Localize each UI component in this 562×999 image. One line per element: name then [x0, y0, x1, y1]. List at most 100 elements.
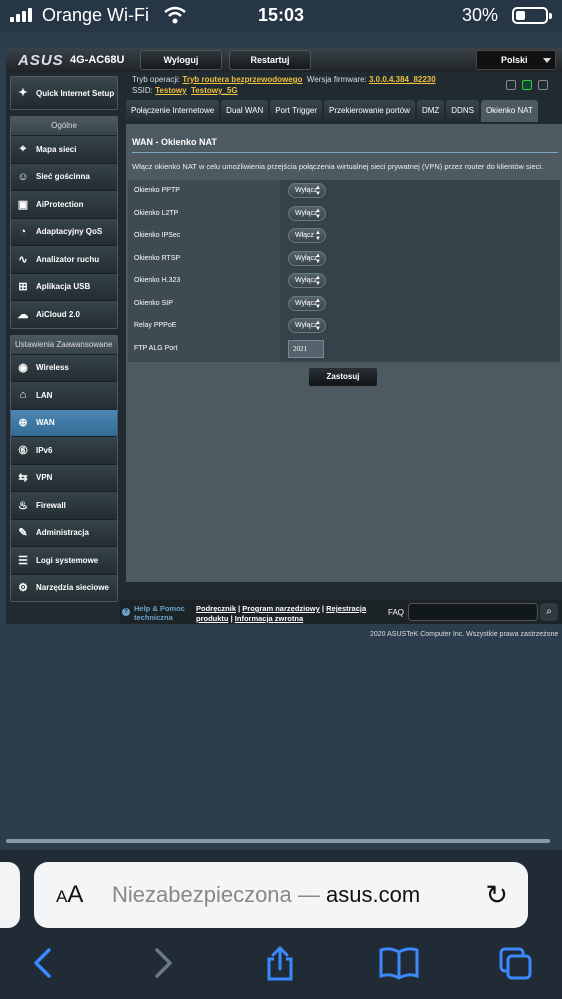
tab-przekierowanie-port-w[interactable]: Przekierowanie portów	[324, 100, 415, 122]
setting-value-cell: Wyłącz ▲ ▼	[280, 315, 560, 337]
utility-link[interactable]: Program narzędziowy	[242, 604, 320, 613]
advanced-menu-heading: Ustawienia Zaawansowane	[11, 335, 117, 354]
status-icons	[506, 80, 554, 92]
setting-label: Okienko PPTP	[128, 180, 280, 202]
quick-internet-setup-button[interactable]: ✦ Quick Internet Setup	[10, 76, 118, 110]
clients-icon[interactable]	[506, 80, 516, 90]
wan-globe-icon: ⊕	[18, 417, 28, 430]
restart-button[interactable]: Restartuj	[229, 50, 311, 70]
table-row: Okienko IPSec Włącz ▲ ▼	[128, 225, 560, 248]
safari-toolbar: AA Niezabezpieczona — asus.com ↻	[0, 850, 562, 999]
sidebar-item-adaptacyjny-qos[interactable]: ◔ Adaptacyjny QoS	[11, 217, 117, 245]
setting-select[interactable]: Wyłącz ▲ ▼	[288, 273, 326, 289]
sidebar-item-analizator-ruchu[interactable]: ∿ Analizator ruchu	[11, 245, 117, 273]
back-icon[interactable]	[30, 946, 54, 980]
sidebar-item-vpn[interactable]: ⇆ VPN	[11, 463, 117, 491]
chevron-updown-icon: ▲ ▼	[315, 185, 321, 198]
sidebar-item-aicloud-2-0[interactable]: ☁ AiCloud 2.0	[11, 300, 117, 328]
setting-value-cell: Włącz ▲ ▼	[280, 225, 560, 247]
feedback-link[interactable]: Informacja zwrotna	[235, 614, 303, 623]
router-info: Tryb operacji: Tryb routera bezprzewodow…	[132, 74, 436, 96]
sidebar-item-aiprotection[interactable]: ▣ AiProtection	[11, 190, 117, 218]
address-bar[interactable]: AA Niezabezpieczona — asus.com ↻	[34, 862, 528, 928]
sidebar-item-wan[interactable]: ⊕ WAN	[11, 408, 117, 436]
router-top-bar: ASUS 4G-AC68U Wyloguj Restartuj Polski	[6, 48, 562, 72]
registration-link-2[interactable]: produktu	[196, 614, 229, 623]
sidebar-item-narz-dzia-sieciowe[interactable]: ⚙ Narzędzia sieciowe	[11, 573, 117, 601]
copyright: 2020 ASUSTeK Computer Inc. Wszystkie pra…	[370, 631, 559, 638]
usb-status-icon[interactable]	[538, 80, 548, 90]
sidebar-item-aplikacja-usb[interactable]: ⊞ Aplikacja USB	[11, 272, 117, 300]
faq-search-input[interactable]	[408, 603, 538, 621]
setting-select[interactable]: Wyłącz ▲ ▼	[288, 205, 326, 221]
sidebar-item-label: LAN	[36, 390, 53, 400]
tab-dmz[interactable]: DMZ	[416, 100, 445, 122]
setting-select[interactable]: Włącz ▲ ▼	[288, 228, 326, 244]
ssid-link-1[interactable]: Testowy	[155, 86, 186, 95]
sidebar-item-ipv6[interactable]: ⑥ IPv6	[11, 436, 117, 464]
sidebar-item-logi-systemowe[interactable]: ☰ Logi systemowe	[11, 546, 117, 574]
settings-table: Okienko PPTP Wyłącz ▲ ▼ Okienko L2TP Wyłącz ▲ ▼…	[128, 180, 560, 362]
search-icon[interactable]: ⌕	[540, 603, 558, 621]
ftp-alg-port-input[interactable]: 2021	[288, 340, 324, 358]
ipv6-icon: ⑥	[18, 444, 28, 457]
tab-dual-wan[interactable]: Dual WAN	[221, 100, 269, 122]
sidebar-item-firewall[interactable]: ♨ Firewall	[11, 491, 117, 519]
forward-icon	[155, 948, 172, 978]
previous-tab-preview[interactable]	[0, 862, 20, 928]
tab-ddns[interactable]: DDNS	[446, 100, 479, 122]
general-menu-heading: Ogólne	[11, 117, 117, 135]
table-row: Okienko RTSP Wyłącz ▲ ▼	[128, 247, 560, 270]
help-support[interactable]: ? Help & Pomoc techniczna	[122, 604, 185, 622]
ssid-label: SSID:	[132, 86, 153, 95]
sidebar-item-label: Narzędzia sieciowe	[36, 583, 109, 593]
sidebar-item-wireless[interactable]: ◉ Wireless	[11, 353, 117, 381]
sidebar-item-label: Logi systemowe	[36, 555, 99, 565]
sidebar-item-label: VPN	[36, 473, 53, 483]
horizontal-scrollbar[interactable]	[6, 839, 550, 843]
url-security-label: Niezabezpieczona —	[112, 882, 327, 907]
network-map-icon: ⌖	[19, 142, 27, 155]
sidebar-item-label: AiProtection	[36, 199, 84, 209]
apply-button[interactable]: Zastosuj	[308, 367, 378, 387]
asus-logo: ASUS	[18, 52, 64, 69]
lan-icon: ⌂	[19, 389, 27, 402]
mode-label: Tryb operacji:	[132, 75, 181, 84]
tab-port-trigger[interactable]: Port Trigger	[270, 100, 323, 122]
setting-select[interactable]: Wyłącz ▲ ▼	[288, 183, 326, 199]
setting-select[interactable]: Wyłącz ▲ ▼	[288, 295, 326, 311]
registration-link[interactable]: Rejestracja	[326, 604, 366, 613]
chevron-updown-icon: ▲ ▼	[315, 297, 321, 310]
setting-label: Okienko IPSec	[128, 225, 280, 247]
manual-link[interactable]: Podręcznik	[196, 604, 236, 613]
setting-select[interactable]: Wyłącz ▲ ▼	[288, 318, 326, 334]
tab-po-czenie-internetowe[interactable]: Połączenie Internetowe	[126, 100, 220, 122]
ssid-link-2[interactable]: Testowy_5G	[191, 86, 238, 95]
logout-button[interactable]: Wyloguj	[140, 50, 222, 70]
sidebar-item-lan[interactable]: ⌂ LAN	[11, 381, 117, 409]
chevron-updown-icon: ▲ ▼	[315, 252, 321, 265]
reload-icon[interactable]: ↻	[485, 880, 508, 911]
sidebar-item-label: Sieć gościnna	[36, 172, 90, 182]
wand-icon: ✦	[18, 86, 28, 99]
url-domain: asus.com	[326, 882, 421, 907]
administration-icon: ✎	[18, 527, 28, 540]
bookmarks-icon[interactable]	[378, 946, 420, 980]
ios-status-bar: Orange Wi-Fi 15:03 30%	[0, 0, 562, 32]
share-icon[interactable]	[264, 946, 296, 982]
wireless-icon: ◉	[18, 362, 28, 375]
language-select[interactable]: Polski	[476, 50, 556, 70]
internet-status-icon[interactable]	[522, 80, 532, 90]
sidebar-item-sie-go-cinna[interactable]: ☺ Sieć gościnna	[11, 162, 117, 190]
help-line-2: techniczna	[134, 613, 173, 622]
table-row: Okienko PPTP Wyłącz ▲ ▼	[128, 180, 560, 203]
sidebar-item-mapa-sieci[interactable]: ⌖ Mapa sieci	[11, 135, 117, 163]
help-line-1: Help & Pomoc	[134, 604, 185, 613]
mode-link[interactable]: Tryb routera bezprzewodowego	[182, 75, 302, 84]
tab-okienko-nat[interactable]: Okienko NAT	[480, 100, 538, 122]
firmware-link[interactable]: 3.0.0.4.384_82230	[369, 75, 436, 84]
reader-aa-button[interactable]: AA	[56, 881, 83, 909]
sidebar-item-administracja[interactable]: ✎ Administracja	[11, 518, 117, 546]
tabs-icon[interactable]	[498, 946, 534, 982]
setting-select[interactable]: Wyłącz ▲ ▼	[288, 250, 326, 266]
